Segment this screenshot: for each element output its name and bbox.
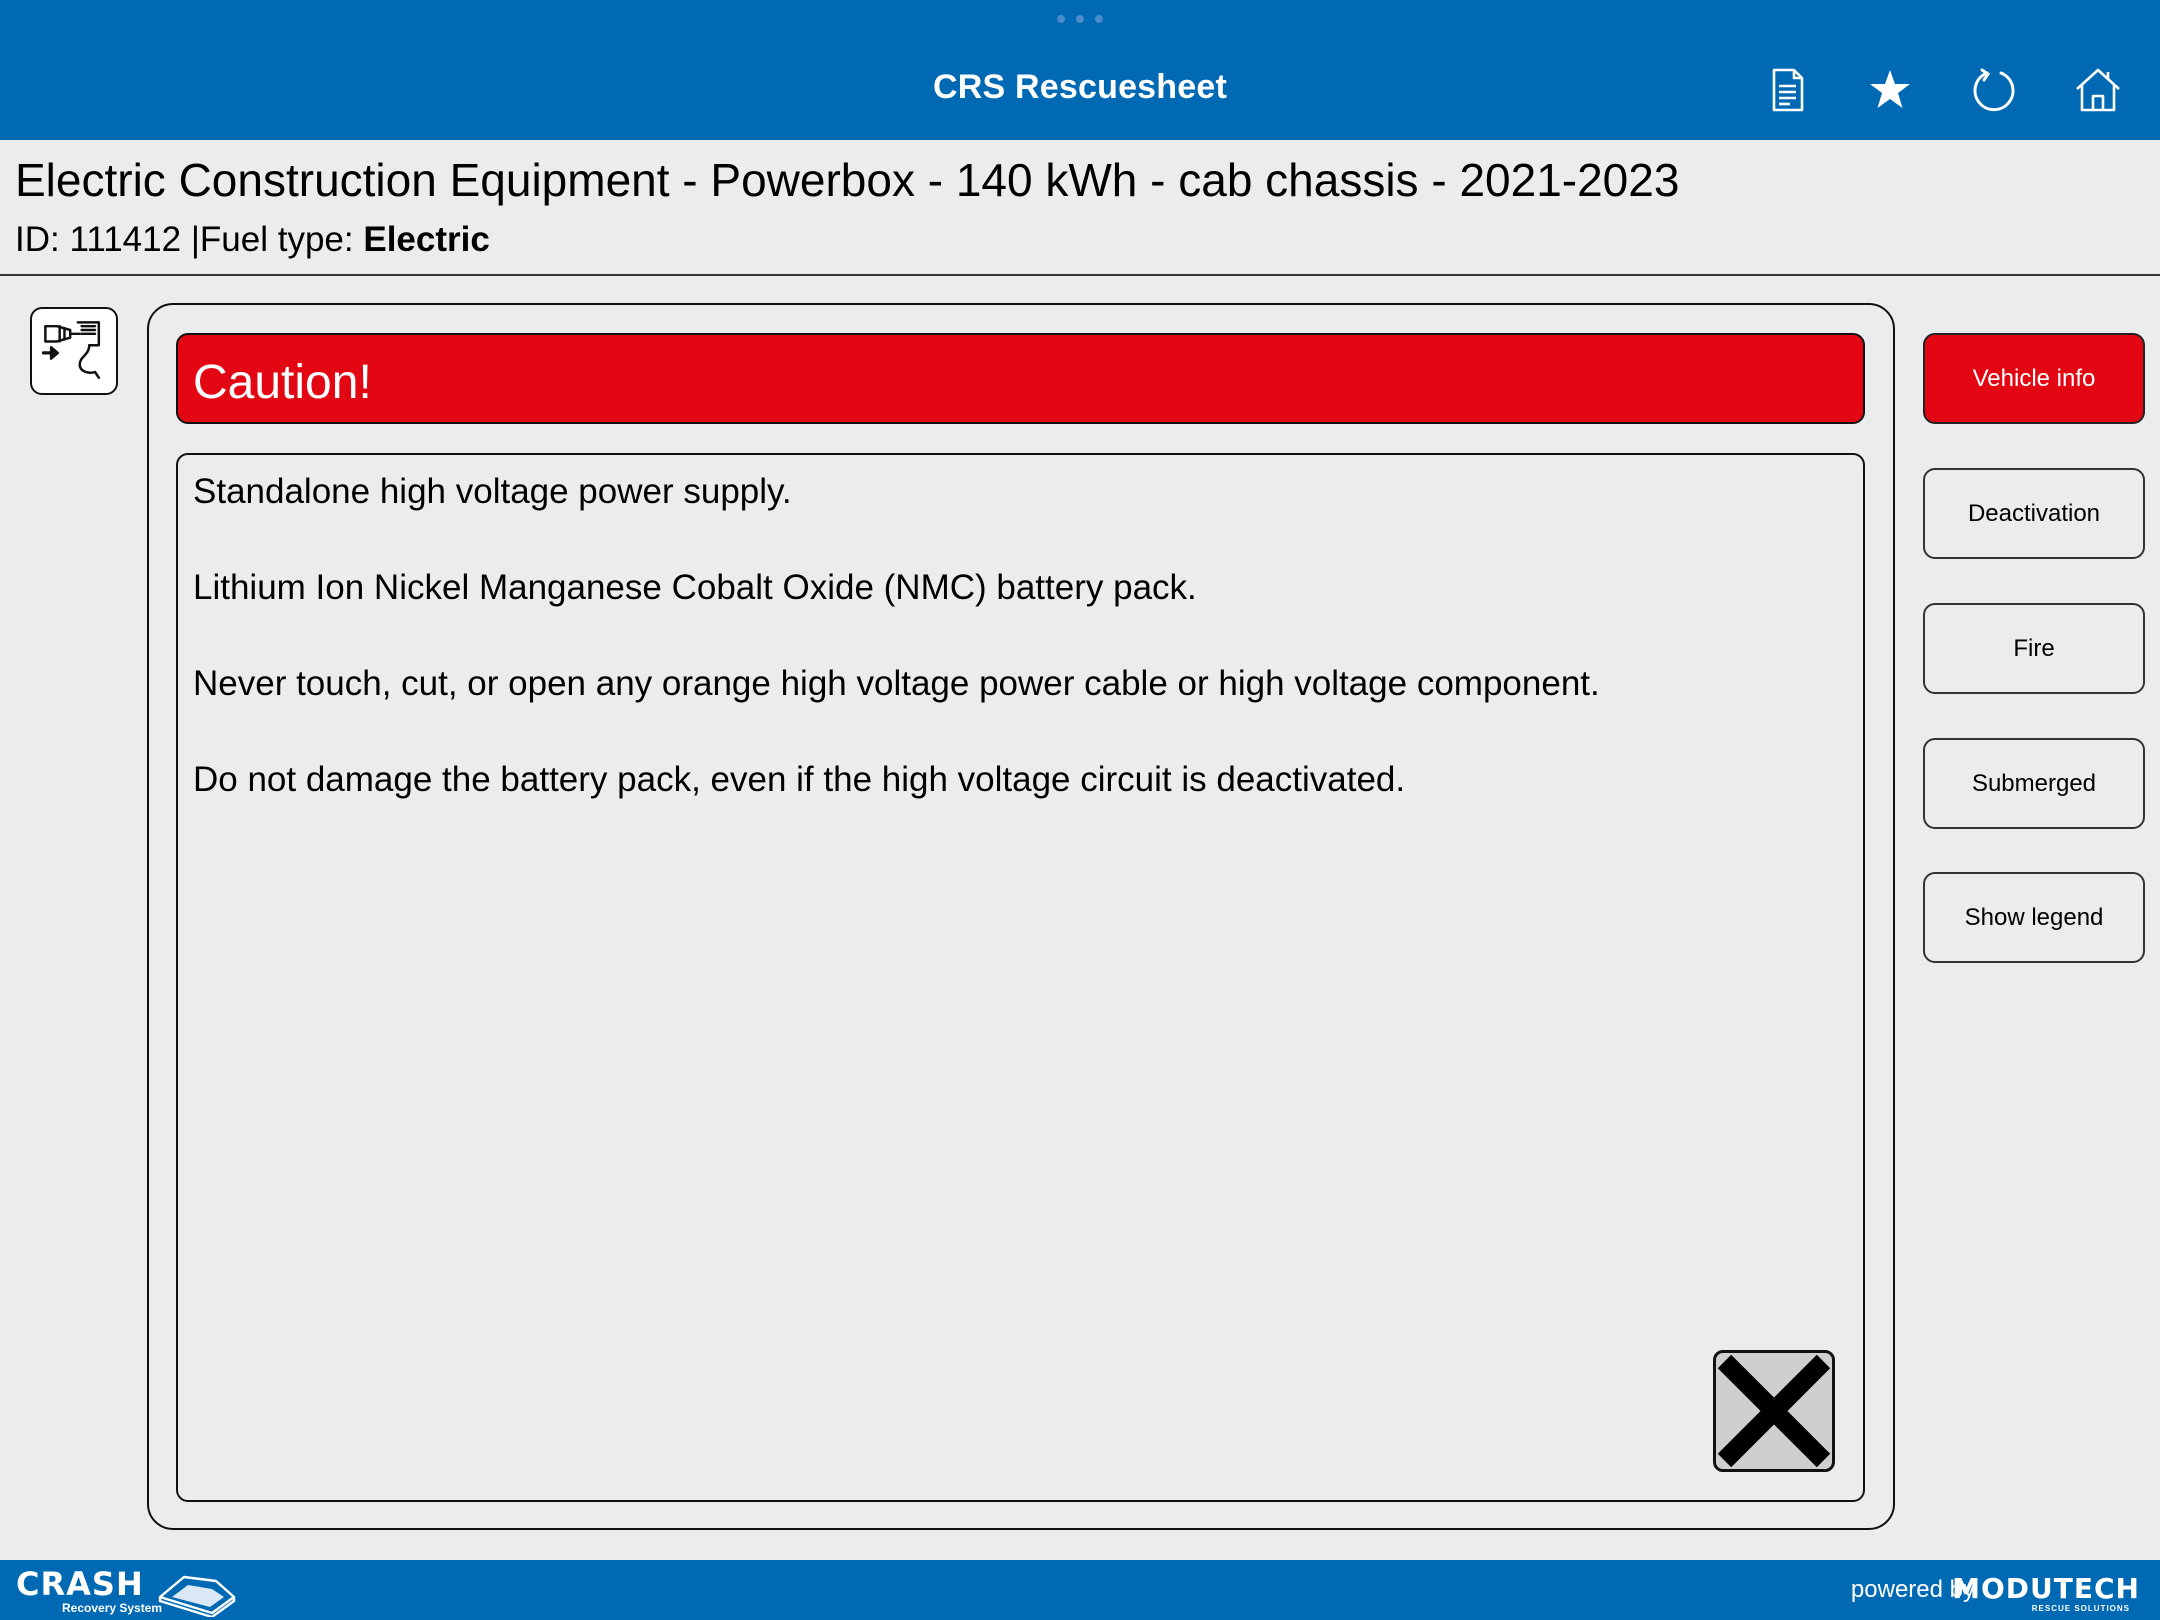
crash-logo-word: CRASH <box>16 1565 144 1603</box>
vehicle-title: Electric Construction Equipment - Powerb… <box>15 154 1680 206</box>
show-legend-button[interactable]: Show legend <box>1923 872 2145 963</box>
fire-button[interactable]: Fire <box>1923 603 2145 694</box>
caution-line: Do not damage the battery pack, even if … <box>193 760 1406 799</box>
caution-content: Standalone high voltage power supply. Li… <box>176 453 1865 1502</box>
id-value: 111412 <box>69 220 182 259</box>
fuel-type-label: Fuel type: <box>199 220 354 259</box>
close-button[interactable] <box>1713 1350 1835 1472</box>
refresh-icon[interactable] <box>1968 64 2020 116</box>
deactivation-button[interactable]: Deactivation <box>1923 468 2145 559</box>
electric-plug-icon <box>30 307 118 395</box>
modutech-logo-sub: RESCUE SOLUTIONS <box>2031 1604 2130 1613</box>
document-icon[interactable] <box>1760 64 1812 116</box>
caution-header: Caution! <box>176 333 1865 424</box>
id-label: ID: <box>15 220 60 259</box>
caution-line: Never touch, cut, or open any orange hig… <box>193 664 1600 703</box>
meta-separator: | <box>190 220 200 259</box>
crash-logo-sub: Recovery System <box>62 1601 163 1615</box>
top-bar: CRS Rescuesheet <box>0 0 2160 140</box>
close-icon <box>1717 1354 1831 1468</box>
car-outline-icon <box>158 1575 236 1617</box>
vehicle-meta: ID: 111412 |Fuel type: Electric <box>15 220 490 260</box>
submerged-button[interactable]: Submerged <box>1923 738 2145 829</box>
home-icon[interactable] <box>2072 64 2124 116</box>
vehicle-header: Electric Construction Equipment - Powerb… <box>0 140 2160 276</box>
footer: CRASH Recovery System powered by MODUTEC… <box>0 1560 2160 1620</box>
modutech-logo: MODUTECH <box>1952 1572 2140 1605</box>
fuel-type-value: Electric <box>363 220 490 259</box>
caution-heading: Caution! <box>193 356 372 409</box>
caution-line: Lithium Ion Nickel Manganese Cobalt Oxid… <box>193 568 1197 607</box>
app-title: CRS Rescuesheet <box>932 68 1227 106</box>
caution-line: Standalone high voltage power supply. <box>193 472 792 511</box>
vehicle-info-button[interactable]: Vehicle info <box>1923 333 2145 424</box>
crash-recovery-logo: CRASH Recovery System <box>16 1565 236 1617</box>
multitasking-dots-icon[interactable] <box>1057 15 1103 23</box>
star-icon[interactable] <box>1864 64 1916 116</box>
